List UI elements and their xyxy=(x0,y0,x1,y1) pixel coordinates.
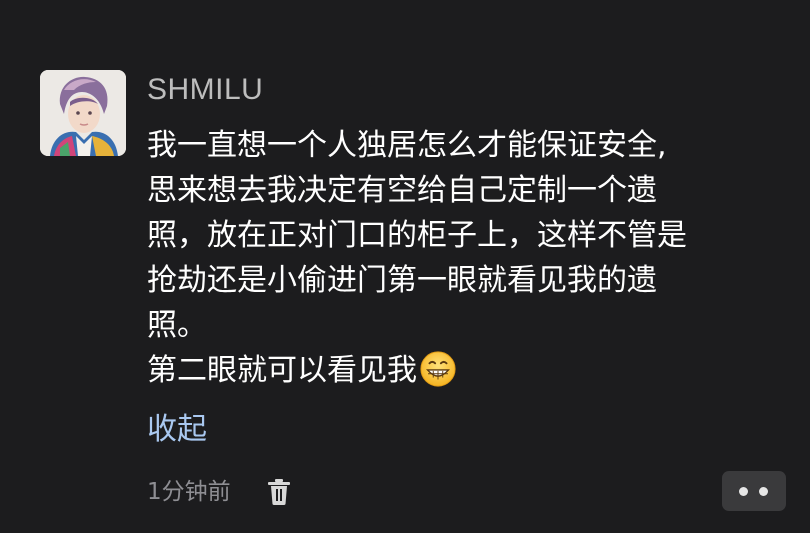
content-line: 抢劫还是小偷进门第一眼就看见我的遗 xyxy=(147,263,657,298)
username[interactable]: SHMILU xyxy=(147,70,263,110)
content-line-last: 第二眼就可以看见我 xyxy=(147,348,787,393)
trash-icon[interactable] xyxy=(266,478,292,506)
content-line: 第二眼就可以看见我 xyxy=(147,353,417,388)
grinning-face-emoji xyxy=(420,351,456,387)
more-button[interactable] xyxy=(722,471,786,511)
content-line: 思来想去我决定有空给自己定制一个遗 xyxy=(147,173,657,208)
collapse-link[interactable]: 收起 xyxy=(147,409,207,451)
content-line: 照。 xyxy=(147,308,207,343)
post-content: 我一直想一个人独居怎么才能保证安全, 思来想去我决定有空给自己定制一个遗 照，放… xyxy=(147,123,787,393)
avatar-image xyxy=(40,70,126,156)
avatar[interactable] xyxy=(40,70,126,156)
comment-post: SHMILU 我一直想一个人独居怎么才能保证安全, 思来想去我决定有空给自己定制… xyxy=(0,0,810,533)
timestamp: 1分钟前 xyxy=(147,479,231,505)
more-dots-icon xyxy=(739,487,748,496)
content-line: 照，放在正对门口的柜子上，这样不管是 xyxy=(147,218,687,253)
more-dots-icon xyxy=(759,487,768,496)
content-line: 我一直想一个人独居怎么才能保证安全, xyxy=(147,128,667,163)
